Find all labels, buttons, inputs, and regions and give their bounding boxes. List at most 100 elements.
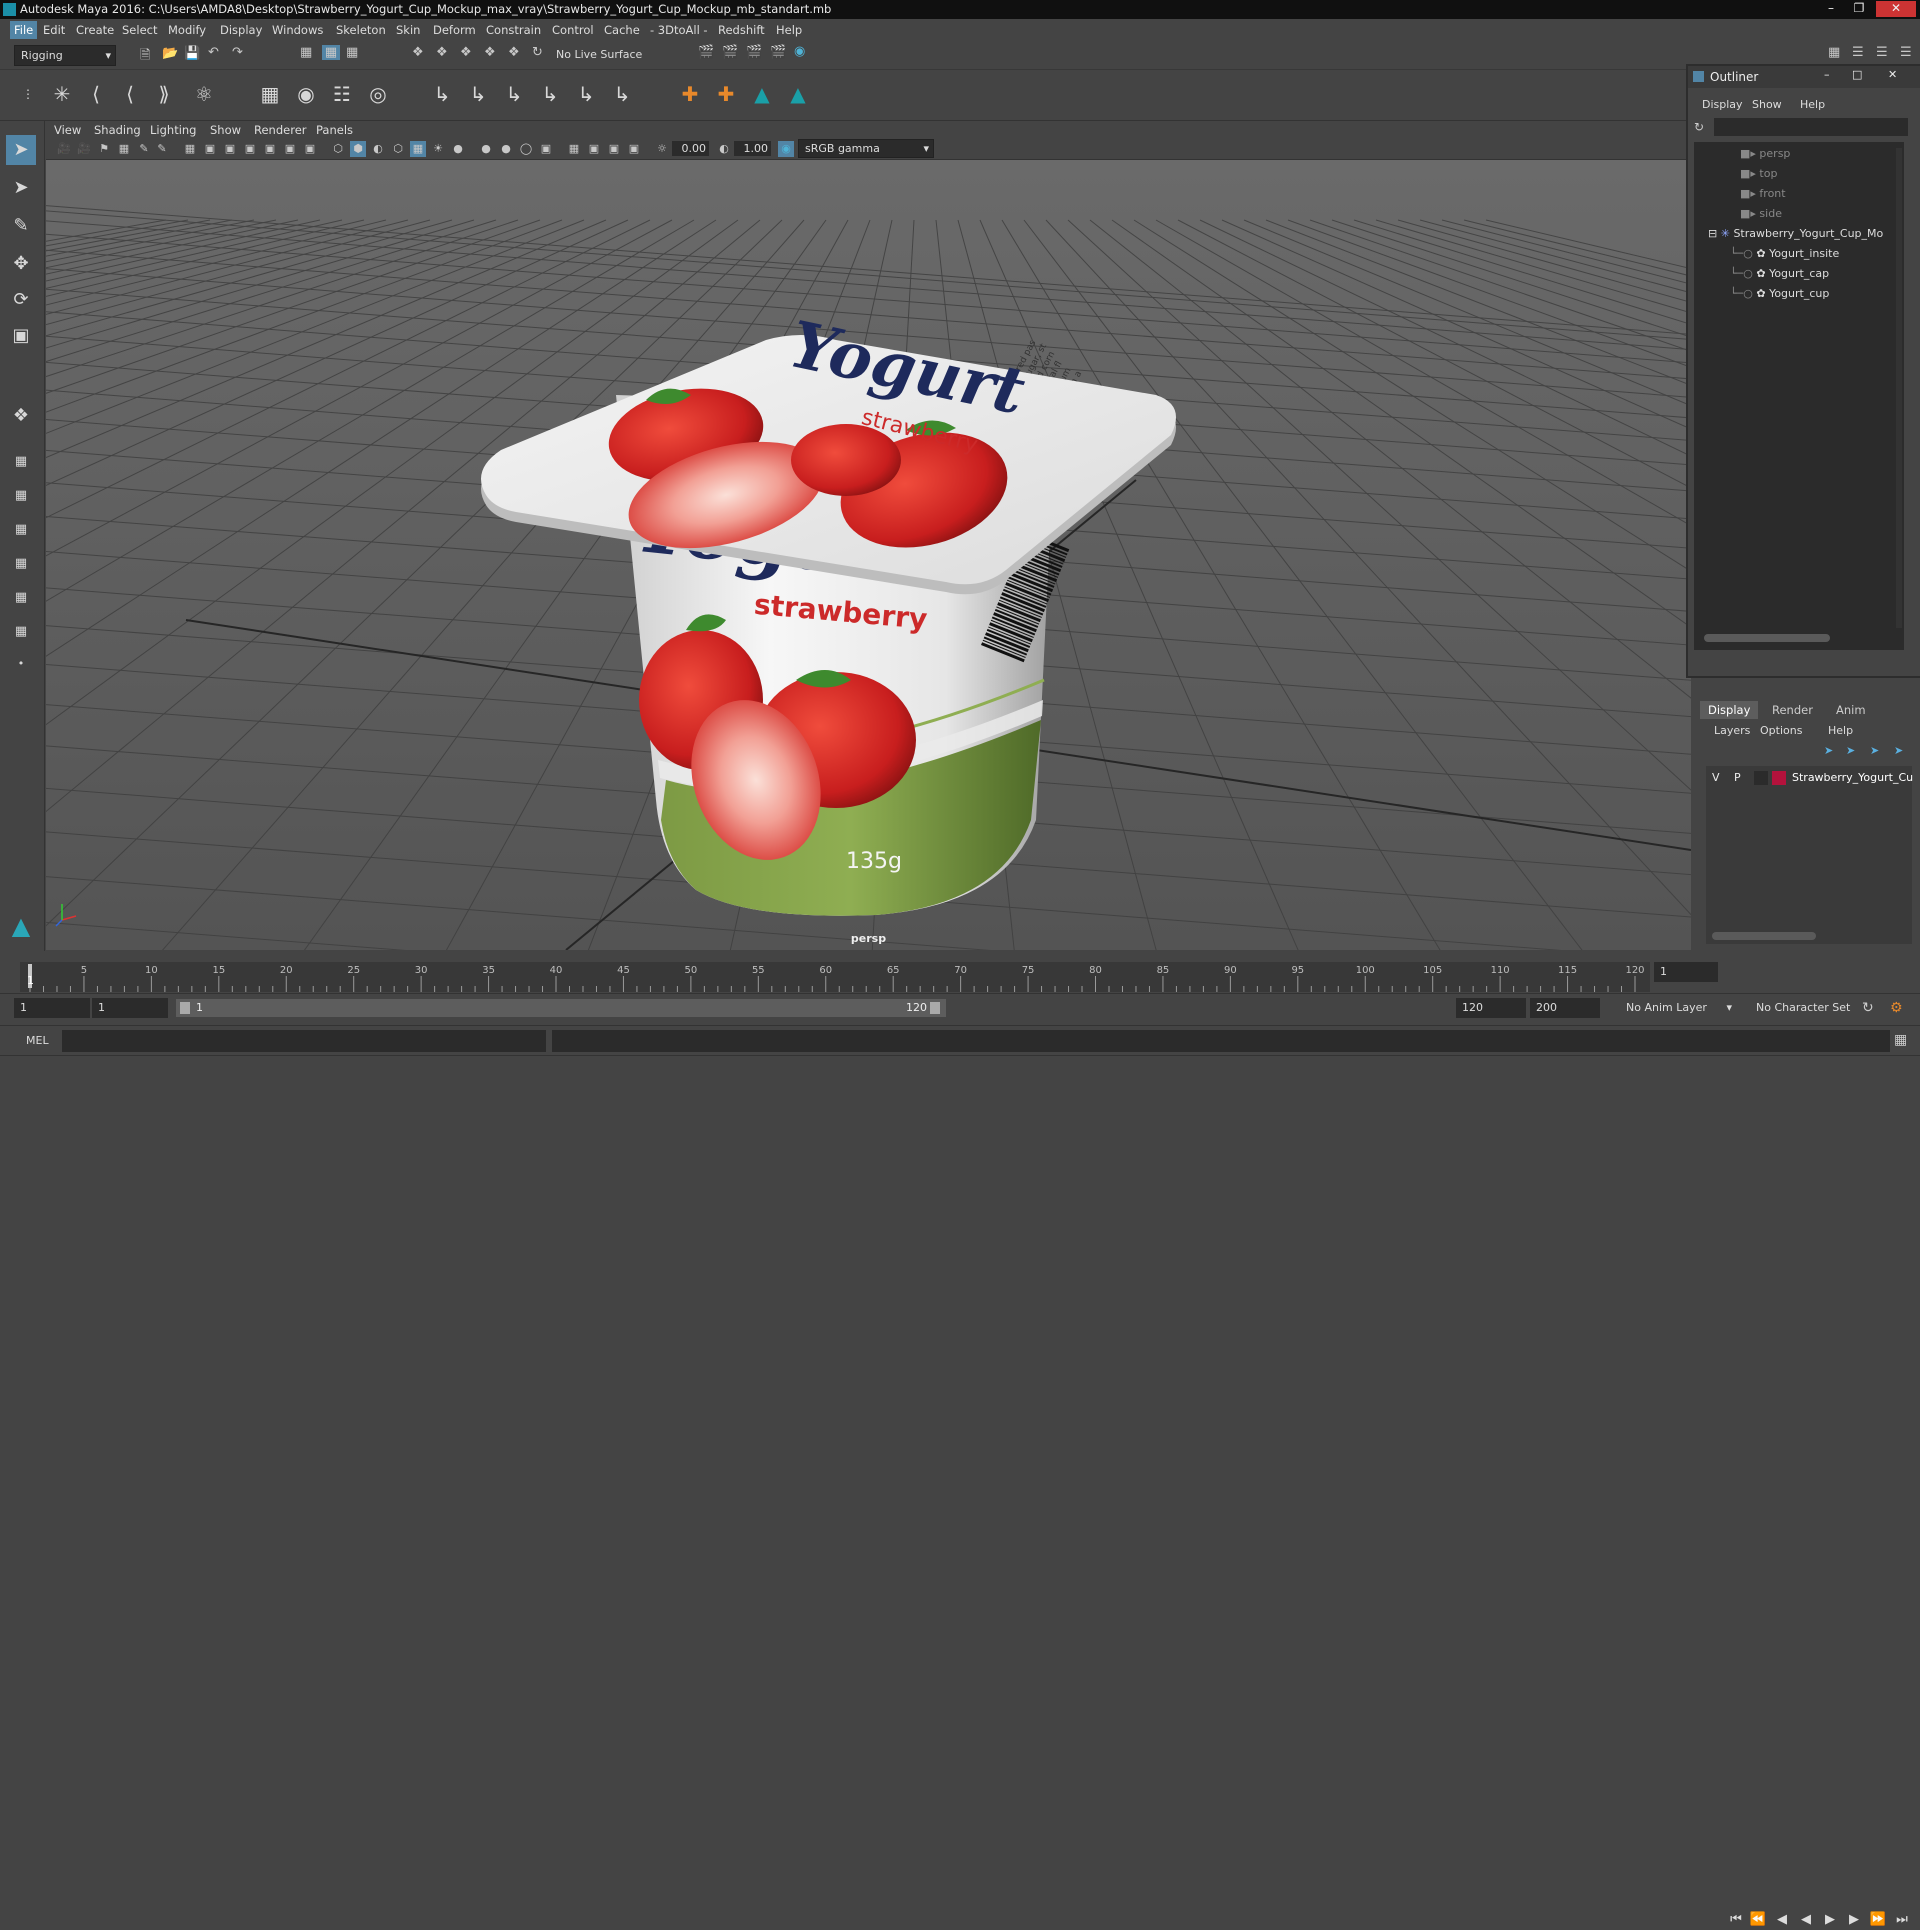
layout-persp-outliner-icon[interactable]: ▦ [6,515,36,545]
move-layer-up-icon[interactable]: ➤ [1824,744,1833,757]
motion-blur-icon[interactable]: ● [498,141,514,157]
paint-select-tool-icon[interactable]: ✎ [6,211,36,241]
screen-space-ao-icon[interactable]: ● [478,141,494,157]
outliner-item-yogurt-cap[interactable]: └─○ ✿ Yogurt_cap [1730,264,1829,284]
step-forward-key-icon[interactable]: ⏩ [1868,1910,1888,1930]
wireframe-icon[interactable]: ⬡ [330,141,346,157]
panel-menu-show[interactable]: Show [210,123,241,137]
layer-playback-toggle[interactable]: P [1734,768,1741,788]
save-scene-icon[interactable]: 💾 [184,46,200,61]
panel-menu-renderer[interactable]: Renderer [254,123,307,137]
depth-of-field-icon[interactable]: ▣ [538,141,554,157]
script-editor-icon[interactable]: ▦ [1894,1032,1907,1048]
outliner-item-top[interactable]: ■▸ top [1740,164,1777,184]
go-to-start-icon[interactable]: ⏮ [1726,1910,1746,1930]
set-driven-key-icon[interactable]: ✚ [712,80,740,108]
new-layer-selected-icon[interactable]: ➤ [1894,744,1903,757]
redo-icon[interactable]: ↷ [232,45,243,60]
outliner-menu-display[interactable]: Display [1702,98,1743,111]
snap-curve-icon[interactable]: ❖ [436,45,448,60]
menu-create[interactable]: Create [76,23,114,37]
camera-attributes-icon[interactable]: 🎥 [76,141,92,157]
orient-constraint-icon[interactable]: ↳ [500,80,528,108]
outliner-item-side[interactable]: ■▸ side [1740,204,1782,224]
current-frame-field[interactable]: 1 [1654,962,1718,982]
layout-custom-icon[interactable]: ▦ [6,617,36,647]
range-bar[interactable]: 1 120 [176,999,946,1017]
close-icon[interactable]: ✕ [1876,1,1916,17]
layout-four-icon[interactable]: ▦ [6,481,36,511]
xray-joints-icon[interactable]: ▣ [606,141,622,157]
new-layer-icon[interactable]: ➤ [1870,744,1879,757]
animation-end-field[interactable]: 200 [1530,998,1600,1018]
resolution-gate-icon[interactable]: ▣ [222,141,238,157]
smooth-shade-icon[interactable]: ⬢ [350,141,366,157]
joint-tool-icon[interactable]: ✳ [48,80,76,108]
select-component-icon[interactable]: ▦ [346,45,358,60]
hypershade-icon[interactable]: ◉ [794,44,805,59]
bookmark-icon[interactable]: ⚑ [96,141,112,157]
isolate-select-icon[interactable]: ▦ [566,141,582,157]
lattice-icon[interactable]: ☷ [328,80,356,108]
layer-menu-options[interactable]: Options [1760,724,1802,737]
playback-start-field[interactable]: 1 [92,998,168,1018]
anim-layer-dropdown[interactable]: No Anim Layer ▾ [1610,998,1736,1018]
minimize-icon[interactable]: – [1818,1,1844,17]
animation-start-field[interactable]: 1 [14,998,90,1018]
show-manipulator-icon[interactable]: ❖ [6,401,36,431]
step-back-key-icon[interactable]: ⏪ [1748,1910,1768,1930]
collapse-icon[interactable]: ⊟ [1708,227,1721,240]
range-start-handle[interactable] [180,1002,190,1014]
render-view-icon[interactable]: 🎬 [698,45,714,60]
animation-preferences-icon[interactable]: ⚙ [1890,1000,1903,1016]
layer-type-toggle[interactable] [1754,771,1768,785]
menu-constrain[interactable]: Constrain [486,23,541,37]
menu-set-dropdown[interactable]: Rigging ▾ [14,45,116,66]
character-set-dropdown[interactable]: No Character Set [1746,998,1856,1018]
outliner-item-yogurt-cup[interactable]: └─○ ✿ Yogurt_cup [1730,284,1829,304]
menu-skeleton[interactable]: Skeleton [336,23,386,37]
lasso-tool-icon[interactable]: ➤ [6,173,36,203]
menu-select[interactable]: Select [122,23,157,37]
step-forward-frame-icon[interactable]: ▶ [1844,1910,1864,1930]
outliner-hscrollbar[interactable] [1704,634,1830,642]
grid-icon[interactable]: ▦ [182,141,198,157]
layer-hscrollbar[interactable] [1712,932,1816,940]
render-frame-icon[interactable]: 🎬 [722,45,738,60]
select-hierarchy-icon[interactable]: ▦ [300,45,312,60]
point-constraint-icon[interactable]: ↳ [464,80,492,108]
panel-menu-view[interactable]: View [54,123,81,137]
snap-pivot-icon[interactable]: ↻ [532,45,543,60]
camera-select-icon[interactable]: 🎥 [56,141,72,157]
image-plane-icon[interactable]: ▦ [116,141,132,157]
render-settings-icon[interactable]: 🎬 [770,45,786,60]
menu-windows[interactable]: Windows [272,23,323,37]
ipr-render-icon[interactable]: 🎬 [746,45,762,60]
menu-help[interactable]: Help [776,23,802,37]
outliner-menu-help[interactable]: Help [1800,98,1825,111]
range-end-handle[interactable] [930,1002,940,1014]
rotate-tool-icon[interactable]: ⟳ [6,285,36,315]
layer-row[interactable]: V P Strawberry_Yogurt_Cu [1706,768,1913,788]
two-d-pan-icon[interactable]: ✎ [136,141,152,157]
gamma-field[interactable]: 1.00 [734,141,771,156]
menu-3dtoall[interactable]: - 3DtoAll - [650,23,708,37]
ik-handle-icon[interactable]: ⟨ [82,80,110,108]
layer-color-swatch[interactable] [1772,771,1786,785]
select-object-icon[interactable]: ▦ [322,45,340,60]
default-material-icon[interactable]: ◐ [370,141,386,157]
outliner-minimize-icon[interactable]: – [1824,68,1830,81]
live-surface-field[interactable]: No Live Surface [556,48,642,61]
layer-tab-render[interactable]: Render [1764,701,1821,719]
outliner-close-icon[interactable]: ✕ [1888,68,1897,81]
panel-menu-shading[interactable]: Shading [94,123,141,137]
exposure-icon[interactable]: ☼ [654,141,670,157]
playback-end-field[interactable]: 120 [1456,998,1526,1018]
panel-menu-panels[interactable]: Panels [316,123,353,137]
undo-icon[interactable]: ↶ [208,45,219,60]
attribute-editor-toggle-icon[interactable]: ☰ [1852,45,1864,60]
field-chart-icon[interactable]: ▣ [262,141,278,157]
snap-grid-icon[interactable]: ❖ [412,45,424,60]
menu-deform[interactable]: Deform [433,23,476,37]
ik-spline-icon[interactable]: ⟨ [116,80,144,108]
